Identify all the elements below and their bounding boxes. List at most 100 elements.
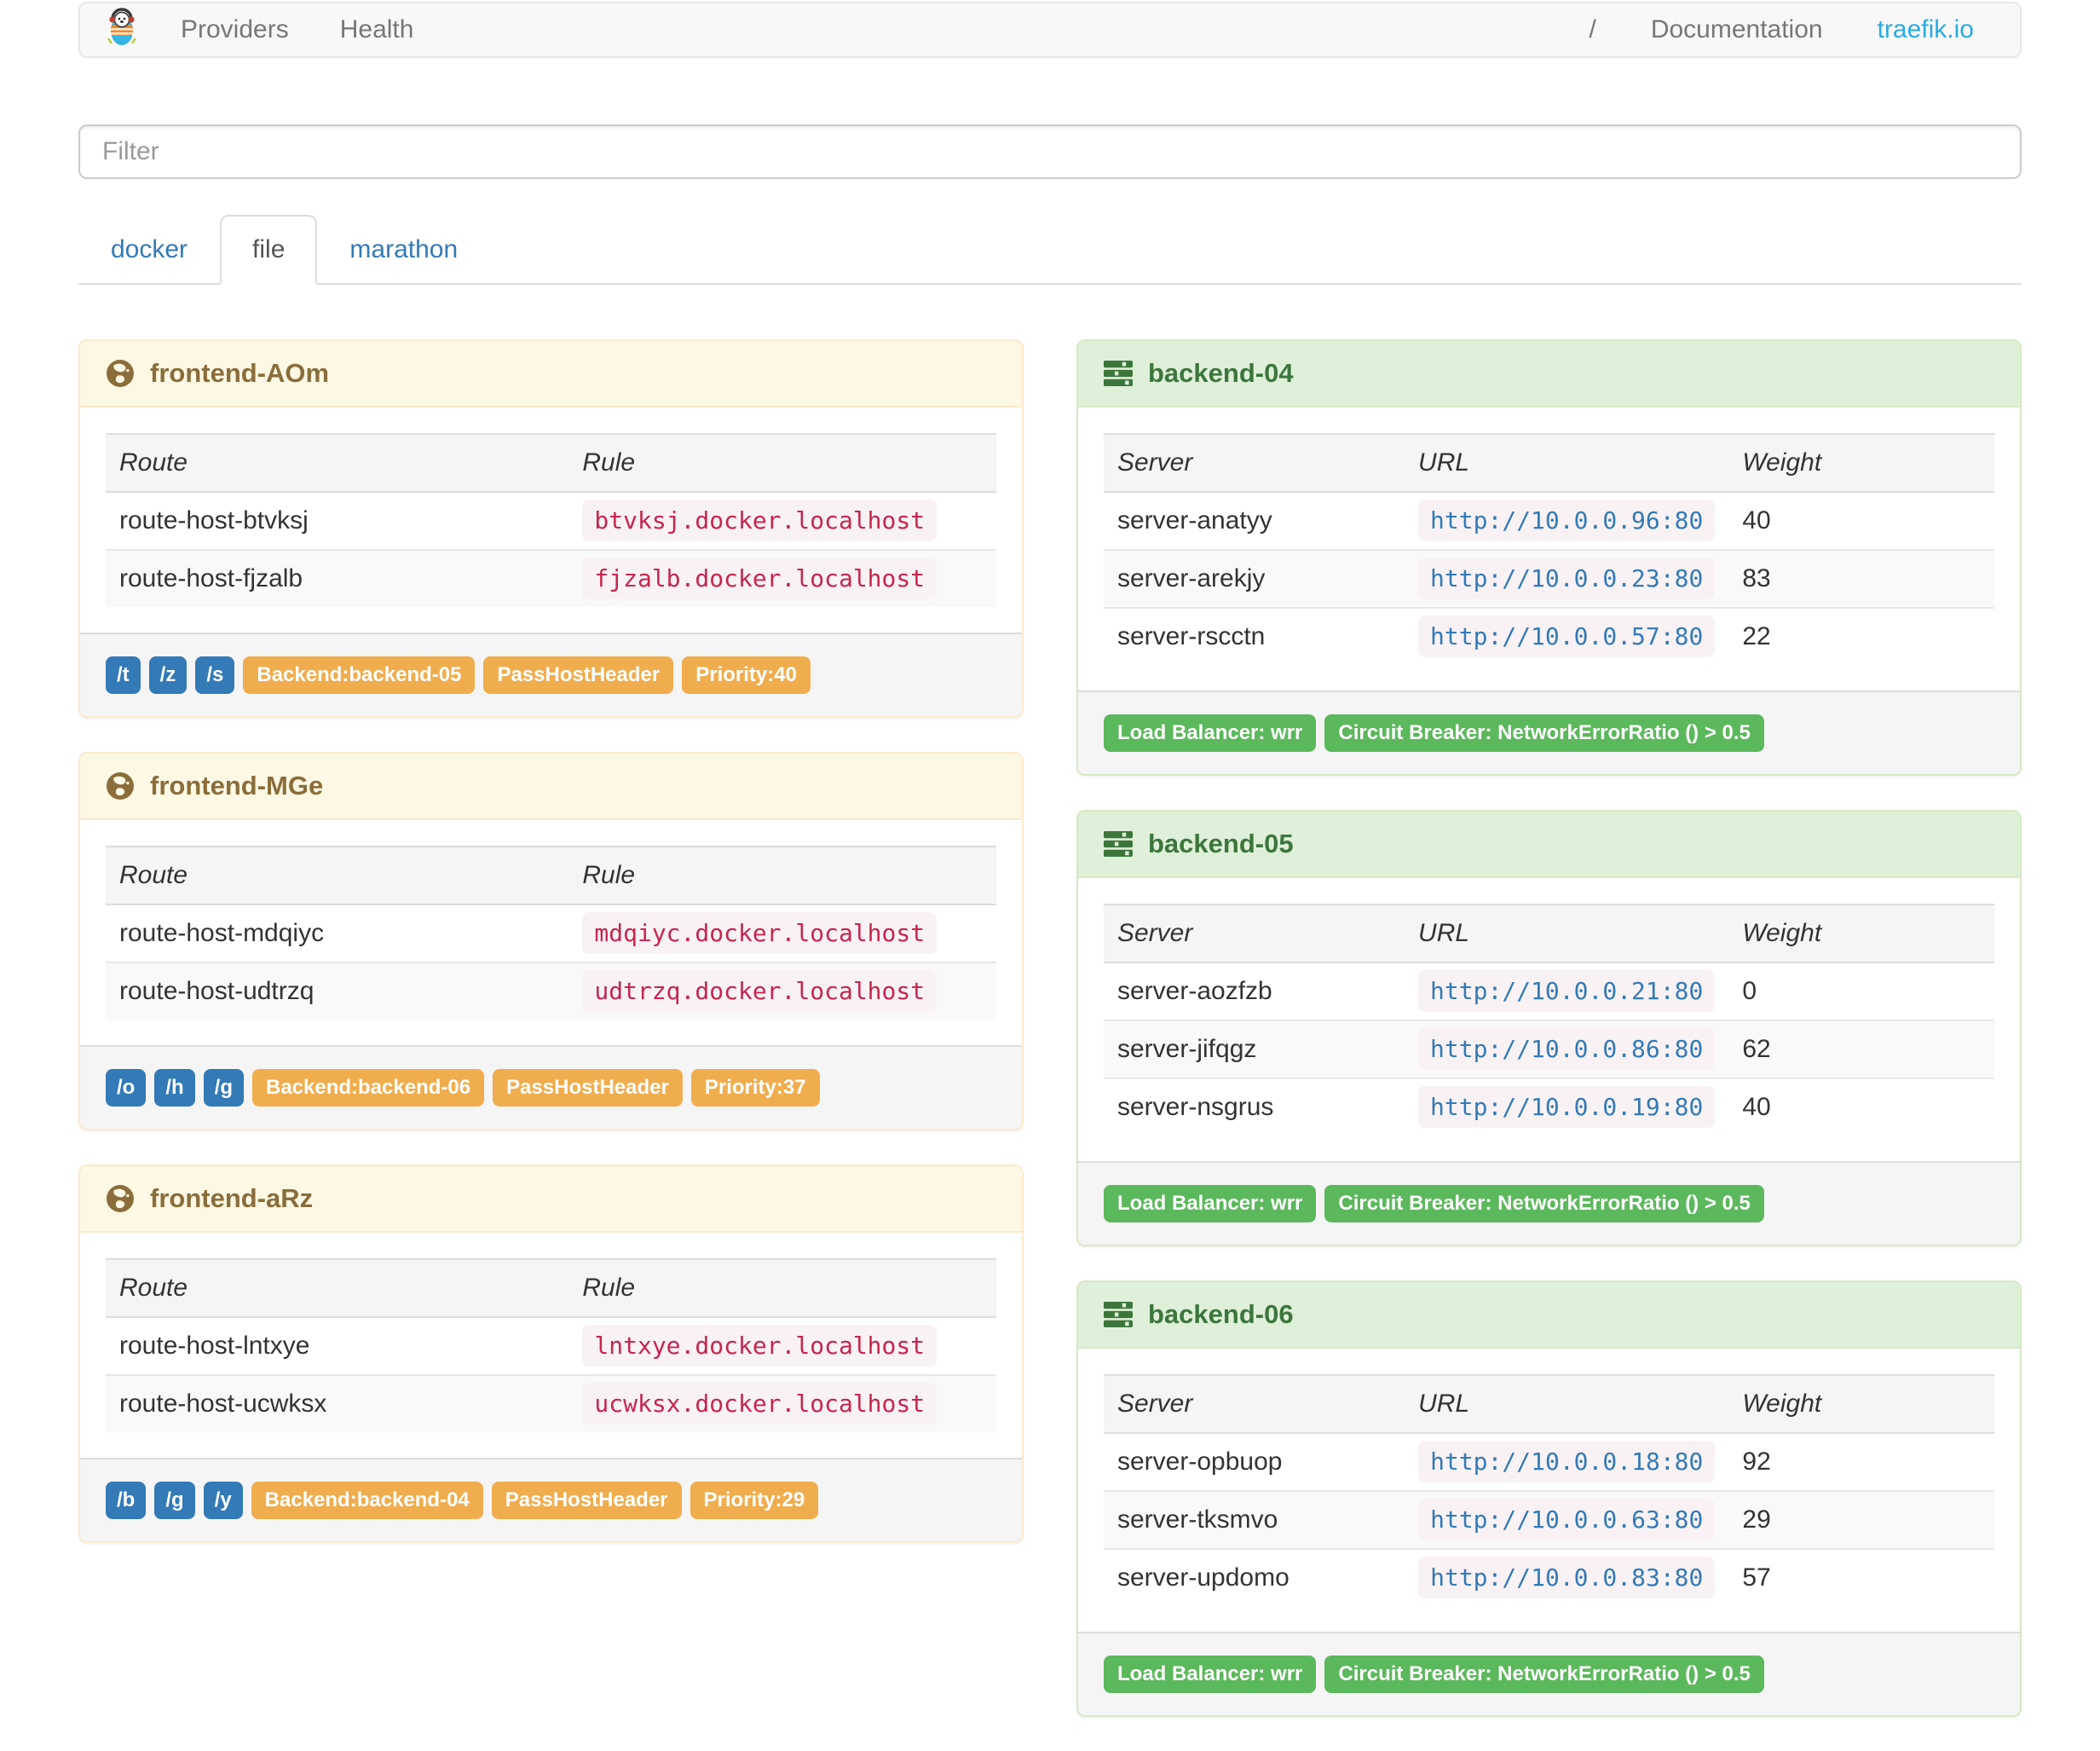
entrypoint-badge: /y (203, 1482, 243, 1519)
backend-card: backend-04 Server URL Weight server-anat… (1076, 339, 2022, 776)
filter-input[interactable] (78, 124, 2022, 179)
weight-column-header: Weight (1742, 448, 1822, 477)
route-name: route-host-btvksj (119, 506, 309, 535)
routes-table: Route Rule route-host-btvksj btvksj.dock… (106, 433, 996, 607)
frontend-card-body: Route Rule route-host-lntxye lntxye.dock… (80, 1233, 1022, 1458)
server-weight: 57 (1742, 1563, 1771, 1592)
routes-table-header-row: Route Rule (106, 1259, 996, 1317)
server-weight: 83 (1742, 564, 1771, 592)
navbar-left-links: Providers Health (181, 15, 413, 44)
rule-cell: btvksj.docker.localhost (568, 492, 996, 550)
server-weight: 22 (1742, 622, 1771, 650)
frontend-config-badge: PassHostHeader (483, 656, 674, 694)
server-url-cell: http://10.0.0.21:80 (1405, 962, 1728, 1020)
backend-card-footer: Load Balancer: wrr Circuit Breaker: Netwo… (1078, 1161, 2020, 1245)
frontend-card-header: frontend-MGe (80, 754, 1022, 820)
server-url-cell: http://10.0.0.57:80 (1405, 608, 1728, 665)
frontend-card: frontend-AOm Route Rule route-host-btvks… (78, 339, 1024, 718)
server-name: server-rscctn (1117, 622, 1266, 650)
servers-table: Server URL Weight server-anatyy http://1… (1104, 433, 1994, 665)
frontend-config-badge: Backend:backend-06 (251, 1069, 485, 1107)
server-weight: 40 (1742, 1093, 1771, 1121)
globe-icon (106, 359, 135, 388)
server-url-link[interactable]: http://10.0.0.57:80 (1418, 615, 1716, 657)
backend-config-badge: Load Balancer: wrr (1104, 714, 1317, 752)
server-url-link[interactable]: http://10.0.0.23:80 (1418, 558, 1716, 599)
frontend-card-footer: /b/g/y Backend:backend-04 PassHostHeader P… (80, 1458, 1022, 1541)
backend-card-body: Server URL Weight server-aozfzb http://1… (1078, 878, 2020, 1161)
servers-table: Server URL Weight server-opbuop http://1… (1104, 1374, 1994, 1606)
tab-file[interactable]: file (220, 215, 318, 285)
server-tasks-icon (1104, 831, 1133, 857)
server-url-link[interactable]: http://10.0.0.63:80 (1418, 1499, 1716, 1540)
server-row: server-nsgrus http://10.0.0.19:80 40 (1104, 1078, 1994, 1136)
entrypoint-badge: /s (195, 656, 235, 694)
server-url-link[interactable]: http://10.0.0.86:80 (1418, 1028, 1716, 1070)
server-weight: 29 (1742, 1505, 1771, 1534)
rule-cell: fjzalb.docker.localhost (568, 550, 996, 607)
weight-column-header: Weight (1742, 919, 1822, 947)
server-weight: 40 (1742, 506, 1771, 535)
frontend-card-body: Route Rule route-host-btvksj btvksj.dock… (80, 407, 1022, 633)
backend-title: backend-05 (1148, 829, 1294, 858)
servers-table-header-row: Server URL Weight (1104, 904, 1994, 962)
server-row: server-arekjy http://10.0.0.23:80 83 (1104, 550, 1994, 608)
server-column-header: Server (1117, 919, 1193, 947)
backend-card-header: backend-05 (1078, 812, 2020, 878)
nav-link-health[interactable]: Health (340, 15, 414, 44)
server-row: server-aozfzb http://10.0.0.21:80 0 (1104, 962, 1994, 1020)
rule-value: mdqiyc.docker.localhost (582, 912, 938, 954)
entrypoint-badge: /g (154, 1482, 195, 1519)
backend-config-badges: Load Balancer: wrr Circuit Breaker: Netwo… (1104, 714, 1764, 752)
backend-config-badge: Circuit Breaker: NetworkErrorRatio () > … (1324, 714, 1764, 752)
frontend-card-footer: /o/h/g Backend:backend-06 PassHostHeader P… (80, 1045, 1022, 1129)
url-column-header: URL (1418, 448, 1470, 477)
frontend-config-badges: Backend:backend-06 PassHostHeader Priority… (251, 1069, 820, 1107)
servers-table-header-row: Server URL Weight (1104, 1375, 1994, 1433)
nav-link-providers[interactable]: Providers (181, 15, 289, 44)
server-url-link[interactable]: http://10.0.0.96:80 (1418, 500, 1716, 541)
backend-card-header: backend-06 (1078, 1282, 2020, 1349)
routes-table: Route Rule route-host-lntxye lntxye.dock… (106, 1258, 996, 1432)
server-url-link[interactable]: http://10.0.0.18:80 (1418, 1441, 1716, 1482)
navbar: Providers Health / Documentation traefik… (78, 2, 2022, 58)
backend-config-badge: Circuit Breaker: NetworkErrorRatio () > … (1324, 1185, 1764, 1222)
traefik-logo[interactable] (104, 7, 140, 53)
backend-config-badge: Load Balancer: wrr (1104, 1656, 1317, 1693)
route-row: route-host-btvksj btvksj.docker.localhos… (106, 492, 996, 550)
entrypoint-badge: /o (106, 1069, 147, 1107)
server-url-link[interactable]: http://10.0.0.19:80 (1418, 1086, 1716, 1128)
tab-marathon[interactable]: marathon (317, 215, 490, 285)
server-url-link[interactable]: http://10.0.0.21:80 (1418, 970, 1716, 1012)
frontend-card: frontend-MGe Route Rule route-host-mdqiy… (78, 752, 1024, 1130)
servers-table-header-row: Server URL Weight (1104, 434, 1994, 492)
route-name: route-host-fjzalb (119, 564, 303, 592)
entrypoint-badge: /t (106, 656, 141, 694)
entrypoint-badge: /h (154, 1069, 195, 1107)
frontend-card-header: frontend-AOm (80, 341, 1022, 407)
route-row: route-host-lntxye lntxye.docker.localhos… (106, 1317, 996, 1375)
rule-column-header: Rule (582, 861, 636, 889)
routes-table-header-row: Route Rule (106, 847, 996, 904)
page: Providers Health / Documentation traefik… (0, 0, 2100, 1751)
backend-card-body: Server URL Weight server-anatyy http://1… (1078, 407, 2020, 691)
nav-separator: / (1589, 15, 1596, 43)
servers-table: Server URL Weight server-aozfzb http://1… (1104, 904, 1994, 1136)
nav-link-traefik-io[interactable]: traefik.io (1878, 15, 1974, 44)
rule-value: btvksj.docker.localhost (582, 500, 938, 541)
backend-card-footer: Load Balancer: wrr Circuit Breaker: Netwo… (1078, 691, 2020, 774)
route-name: route-host-udtrzq (119, 977, 314, 1005)
rule-value: fjzalb.docker.localhost (582, 558, 938, 599)
tab-docker[interactable]: docker (78, 215, 220, 285)
server-name: server-jifqgz (1117, 1035, 1257, 1063)
server-row: server-tksmvo http://10.0.0.63:80 29 (1104, 1491, 1994, 1549)
server-name: server-nsgrus (1117, 1093, 1274, 1121)
server-row: server-updomo http://10.0.0.83:80 57 (1104, 1549, 1994, 1606)
server-name: server-tksmvo (1117, 1505, 1278, 1534)
nav-link-documentation[interactable]: Documentation (1651, 15, 1823, 44)
rule-cell: mdqiyc.docker.localhost (568, 904, 996, 962)
server-url-cell: http://10.0.0.83:80 (1405, 1549, 1728, 1606)
rule-cell: ucwksx.docker.localhost (568, 1375, 996, 1432)
route-row: route-host-mdqiyc mdqiyc.docker.localhos… (106, 904, 996, 962)
server-url-link[interactable]: http://10.0.0.83:80 (1418, 1557, 1716, 1598)
